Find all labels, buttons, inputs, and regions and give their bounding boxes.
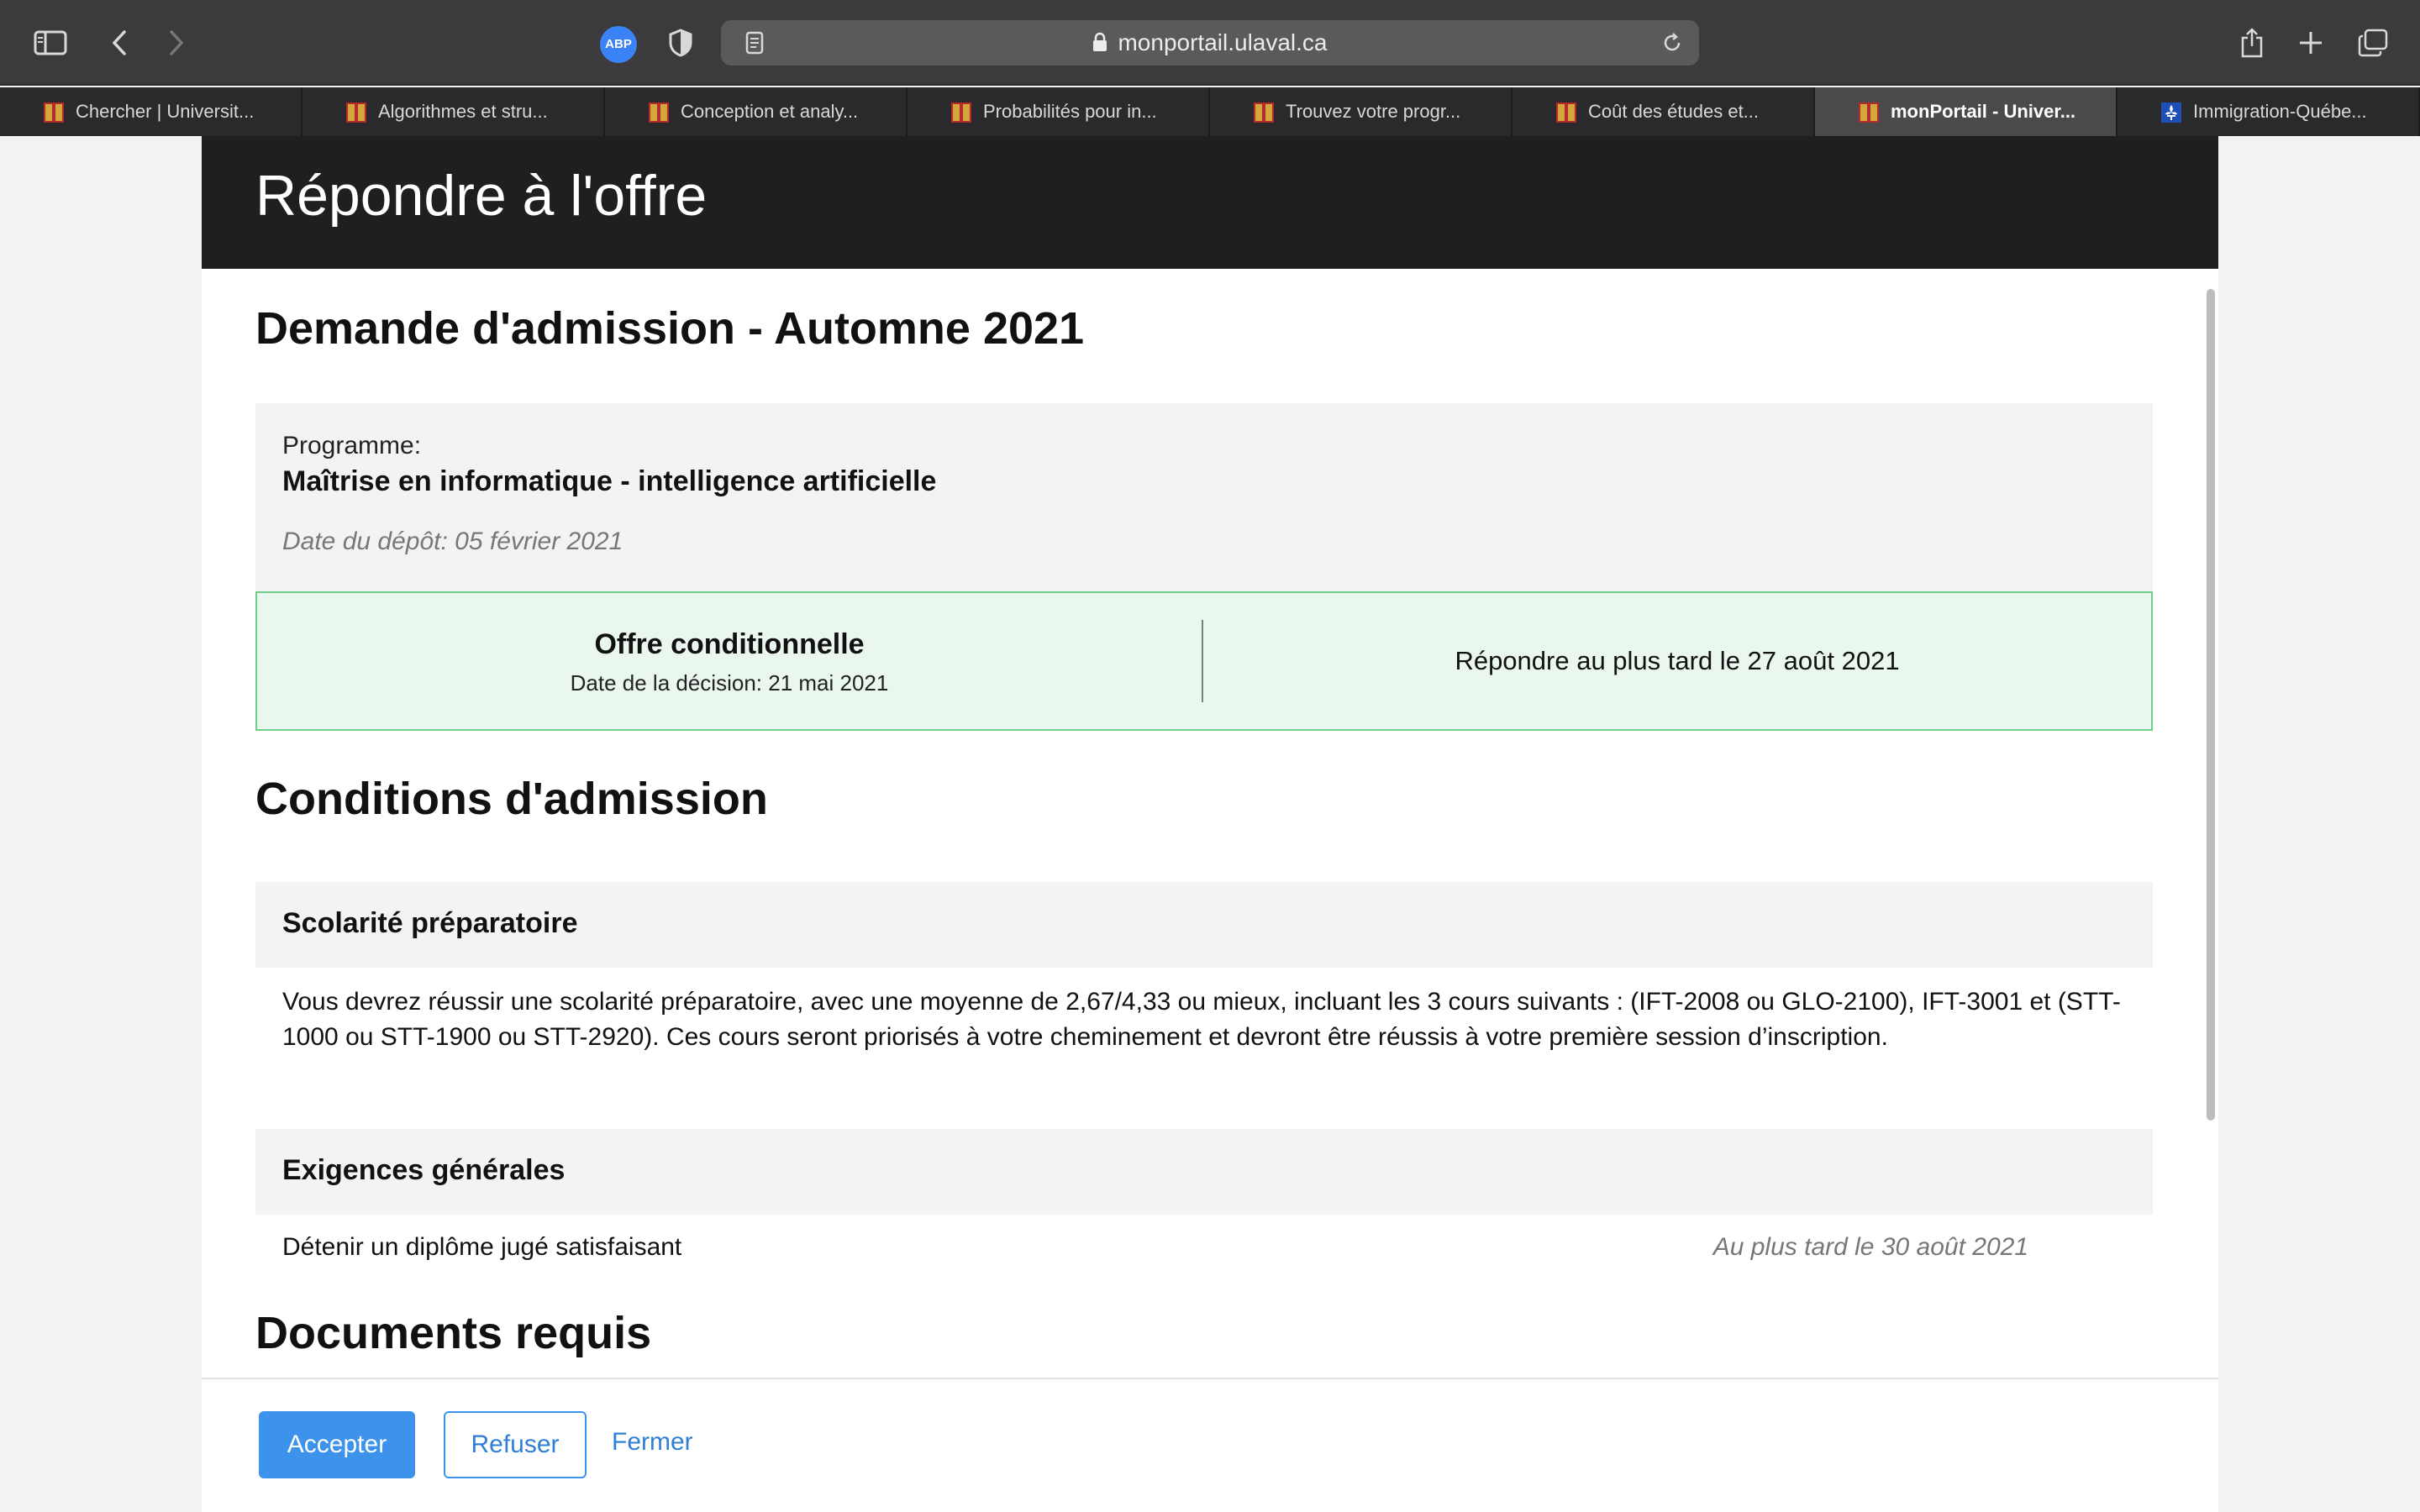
- offer-status-box: Offre conditionnelle Date de la décision…: [255, 591, 2153, 731]
- ulaval-icon: [346, 102, 366, 123]
- modal-header: Répondre à l'offre: [202, 136, 2218, 269]
- prep-section-header: Scolarité préparatoire: [255, 882, 2153, 968]
- share-icon[interactable]: [2230, 21, 2274, 65]
- browser-tab[interactable]: Algorithmes et stru...: [302, 87, 605, 136]
- privacy-shield-icon[interactable]: [659, 21, 702, 65]
- ulaval-icon: [1859, 102, 1879, 123]
- ulaval-icon: [1556, 102, 1576, 123]
- ulaval-icon: [1254, 102, 1274, 123]
- offer-title: Offre conditionnelle: [594, 628, 865, 660]
- general-requirement-deadline: Au plus tard le 30 août 2021: [1712, 1233, 2028, 1261]
- prep-conditions-text: Vous devrez réussir une scolarité prépar…: [282, 988, 2121, 1051]
- scrollbar[interactable]: [2207, 289, 2215, 1121]
- tab-bar: Chercher | Universit... Algorithmes et s…: [0, 87, 2420, 136]
- address-bar[interactable]: monportail.ulaval.ca: [721, 20, 1699, 66]
- offer-response-modal: Répondre à l'offre Demande d'admission -…: [202, 136, 2218, 1512]
- adblock-icon[interactable]: ABP: [600, 26, 637, 63]
- conditions-heading: Conditions d'admission: [255, 774, 768, 824]
- page-background: Répondre à l'offre Demande d'admission -…: [0, 136, 2420, 1512]
- browser-tab-active[interactable]: monPortail - Univer...: [1815, 87, 2118, 136]
- general-section-header: Exigences générales: [255, 1129, 2153, 1215]
- browser-tab[interactable]: Chercher | Universit...: [0, 87, 302, 136]
- ulaval-icon: [951, 102, 971, 123]
- browser-tab[interactable]: Coût des études et...: [1512, 87, 1815, 136]
- offer-status: Offre conditionnelle Date de la décision…: [257, 593, 1202, 729]
- submission-date: Date du dépôt: 05 février 2021: [282, 528, 623, 555]
- browser-tab[interactable]: Trouvez votre progr...: [1210, 87, 1512, 136]
- sidebar-toggle-icon[interactable]: [29, 21, 72, 65]
- general-requirement: Détenir un diplôme jugé satisfaisant: [282, 1233, 682, 1261]
- accept-button[interactable]: Accepter: [259, 1411, 415, 1478]
- reload-icon[interactable]: [1650, 21, 1694, 65]
- quebec-fleur-icon: [2161, 102, 2181, 123]
- ulaval-icon: [44, 102, 64, 123]
- program-name: Maîtrise en informatique - intelligence …: [282, 465, 937, 497]
- lock-icon: [1092, 22, 1107, 67]
- forward-icon[interactable]: [155, 21, 198, 65]
- response-deadline: Répondre au plus tard le 27 août 2021: [1455, 646, 1900, 675]
- decision-date: Date de la décision: 21 mai 2021: [570, 670, 889, 696]
- prep-section-title: Scolarité préparatoire: [282, 907, 578, 939]
- new-tab-icon[interactable]: [2289, 21, 2333, 65]
- back-icon[interactable]: [97, 21, 141, 65]
- url-text: monportail.ulaval.ca: [1118, 29, 1328, 55]
- modal-footer: Accepter Refuser Fermer: [202, 1378, 2218, 1512]
- program-box: Programme: Maîtrise en informatique - in…: [255, 403, 2153, 591]
- tab-overview-icon[interactable]: [2351, 21, 2395, 65]
- browser-tab[interactable]: Probabilités pour in...: [908, 87, 1210, 136]
- close-link[interactable]: Fermer: [612, 1428, 693, 1457]
- documents-heading: Documents requis: [255, 1308, 652, 1358]
- modal-title: Répondre à l'offre: [255, 164, 708, 228]
- browser-toolbar: ABP monportail.ulaval.ca: [0, 0, 2420, 86]
- ulaval-icon: [649, 102, 669, 123]
- browser-tab[interactable]: Immigration-Québe...: [2118, 87, 2420, 136]
- program-label: Programme:: [282, 432, 422, 459]
- browser-tab[interactable]: Conception et analy...: [605, 87, 908, 136]
- refuse-button[interactable]: Refuser: [444, 1411, 587, 1478]
- general-section-title: Exigences générales: [282, 1154, 566, 1186]
- application-heading: Demande d'admission - Automne 2021: [255, 303, 1085, 354]
